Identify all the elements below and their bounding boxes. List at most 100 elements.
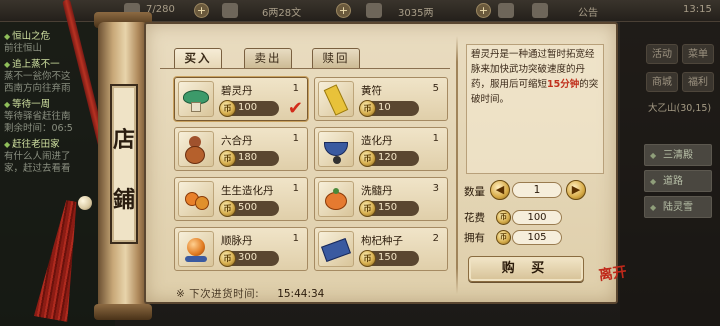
item-name: 洗髓丹: [361, 185, 393, 197]
item-price: 币 10: [359, 100, 419, 117]
ingot-value: 3035两: [398, 8, 434, 19]
description-highlight: 15分钟: [547, 79, 580, 90]
item-price: 币 120: [359, 150, 419, 167]
scroll-cap-bottom: [94, 304, 152, 320]
quest-sub-1: 前往恒山: [4, 43, 43, 54]
shop-item[interactable]: 顺脉丹 1 币 300: [174, 227, 308, 271]
item-qty: 1: [292, 183, 299, 194]
menu-button[interactable]: 菜单: [682, 44, 714, 64]
money-icon: [222, 3, 238, 18]
quantity-field[interactable]: 1: [512, 182, 562, 198]
blue-bowl-icon: [318, 131, 354, 167]
shop-item[interactable]: 六合丹 1 币 180: [174, 127, 308, 171]
add-ingot-button[interactable]: +: [476, 3, 491, 18]
item-price: 币 150: [359, 200, 419, 217]
jade-bead: [78, 196, 92, 210]
side-item-road[interactable]: 道路: [644, 170, 712, 193]
side-item-lu-lingxue[interactable]: 陆灵雪: [644, 196, 712, 219]
announcement-link[interactable]: 公告: [578, 4, 598, 19]
restock-timer: ※ 下次进货时间: 15:44:34: [176, 286, 324, 301]
item-description: 碧灵丹是一种通过暂时拓宽经脉来加快武功突破速度的丹药，服用后可缩短15分钟的突破…: [466, 44, 604, 174]
green-mushroom-icon: [178, 81, 214, 117]
coin-icon: 币: [496, 230, 511, 245]
tab-sell[interactable]: 卖出: [244, 48, 292, 68]
item-name: 黄符: [361, 85, 382, 97]
side-item-sanqing-hall[interactable]: 三清殿: [644, 144, 712, 167]
restock-label: ※ 下次进货时间:: [176, 288, 260, 300]
tab-buy[interactable]: 买入: [174, 48, 222, 68]
item-name: 生生造化丹: [221, 185, 274, 197]
welfare-button[interactable]: 福利: [682, 72, 714, 92]
item-price: 币 300: [219, 250, 279, 267]
location-label: 大乙山(30,15): [648, 103, 712, 114]
money-value: 6两28文: [262, 8, 302, 19]
coin-icon: 币: [359, 150, 376, 167]
item-name: 造化丹: [361, 135, 393, 147]
item-name: 六合丹: [221, 135, 253, 147]
coin-icon: 币: [219, 100, 236, 117]
shop-item[interactable]: 黄符 5 币 10: [314, 77, 448, 121]
item-qty: 3: [432, 183, 439, 194]
owned-label: 拥有: [464, 232, 485, 244]
quantity-label: 数量: [464, 186, 485, 198]
orange-orb-icon: [178, 231, 214, 267]
add-money-button[interactable]: +: [336, 3, 351, 18]
shop-item[interactable]: 造化丹 1 币 120: [314, 127, 448, 171]
shop-item[interactable]: 生生造化丹 1 币 500: [174, 177, 308, 221]
item-price: 币 500: [219, 200, 279, 217]
gourd-pill-icon: [178, 131, 214, 167]
item-grid: 碧灵丹 1 币 100 ✔ 黄符 5 币 10 六合丹 1 币 180 造化丹 …: [160, 68, 450, 272]
buy-button[interactable]: 购 买: [468, 256, 584, 282]
item-qty: 1: [292, 133, 299, 144]
item-price: 币 180: [219, 150, 279, 167]
coin-icon: 币: [219, 250, 236, 267]
orange-pills-icon: [178, 181, 214, 217]
item-name: 枸杞种子: [361, 235, 403, 247]
item-qty: 5: [432, 83, 439, 94]
shop-sign: 店 鋪: [110, 84, 138, 244]
coin-icon: 币: [219, 200, 236, 217]
coin-icon: 币: [359, 200, 376, 217]
quest-sub-7: 家，赶过去看看: [4, 163, 71, 174]
mail-icon[interactable]: [498, 3, 514, 18]
item-qty: 1: [432, 133, 439, 144]
item-name: 碧灵丹: [221, 85, 253, 97]
quest-sub-5: 剩余时间：06:5: [4, 123, 73, 134]
clock: 13:15: [683, 4, 712, 15]
item-price: 币 150: [359, 250, 419, 267]
item-qty: 1: [292, 233, 299, 244]
item-qty: 2: [432, 233, 439, 244]
owned-value: 105: [512, 230, 562, 245]
game-screen: 7/280 + 6两28文 + 3035两 + 公告 13:15 ◆ 恒山之危 前…: [0, 0, 720, 326]
shop-item[interactable]: 洗髓丹 3 币 150: [314, 177, 448, 221]
restock-time: 15:44:34: [277, 288, 325, 300]
item-price: 币 100: [219, 100, 279, 117]
yellow-talisman-icon: [318, 81, 354, 117]
shop-item[interactable]: 枸杞种子 2 币 150: [314, 227, 448, 271]
tab-redeem[interactable]: 赎回: [312, 48, 360, 68]
coin-icon: 币: [219, 150, 236, 167]
panel-divider: [456, 36, 458, 294]
quest-sub-3: 西南方向往弃雨: [4, 83, 71, 94]
cost-value: 100: [512, 210, 562, 225]
cost-label: 花费: [464, 212, 485, 224]
shop-sign-char-1: 店: [112, 127, 135, 153]
decrease-quantity-button[interactable]: ◀: [490, 180, 510, 200]
mall-button[interactable]: 商城: [646, 72, 678, 92]
increase-quantity-button[interactable]: ▶: [566, 180, 586, 200]
leave-button[interactable]: 离开: [594, 264, 634, 303]
ingot-icon: [366, 3, 382, 18]
add-stamina-button[interactable]: +: [194, 3, 209, 18]
item-qty: 1: [292, 83, 299, 94]
right-menu: 活动 菜单 商城 福利 大乙山(30,15) 三清殿 道路 陆灵雪: [620, 22, 720, 326]
activity-button[interactable]: 活动: [646, 44, 678, 64]
backpack-icon[interactable]: [532, 3, 548, 18]
coin-icon: 币: [359, 250, 376, 267]
coin-icon: 币: [359, 100, 376, 117]
selected-checkmark-icon: ✔: [287, 98, 303, 119]
shop-panel: 买入 卖出 赎回 碧灵丹 1 币 100 ✔ 黄符 5 币 10 六合丹 1 币…: [144, 22, 618, 304]
coin-icon: 币: [496, 210, 511, 225]
seed-packet-icon: [318, 231, 354, 267]
item-name: 顺脉丹: [221, 235, 253, 247]
shop-item[interactable]: 碧灵丹 1 币 100 ✔: [174, 77, 308, 121]
